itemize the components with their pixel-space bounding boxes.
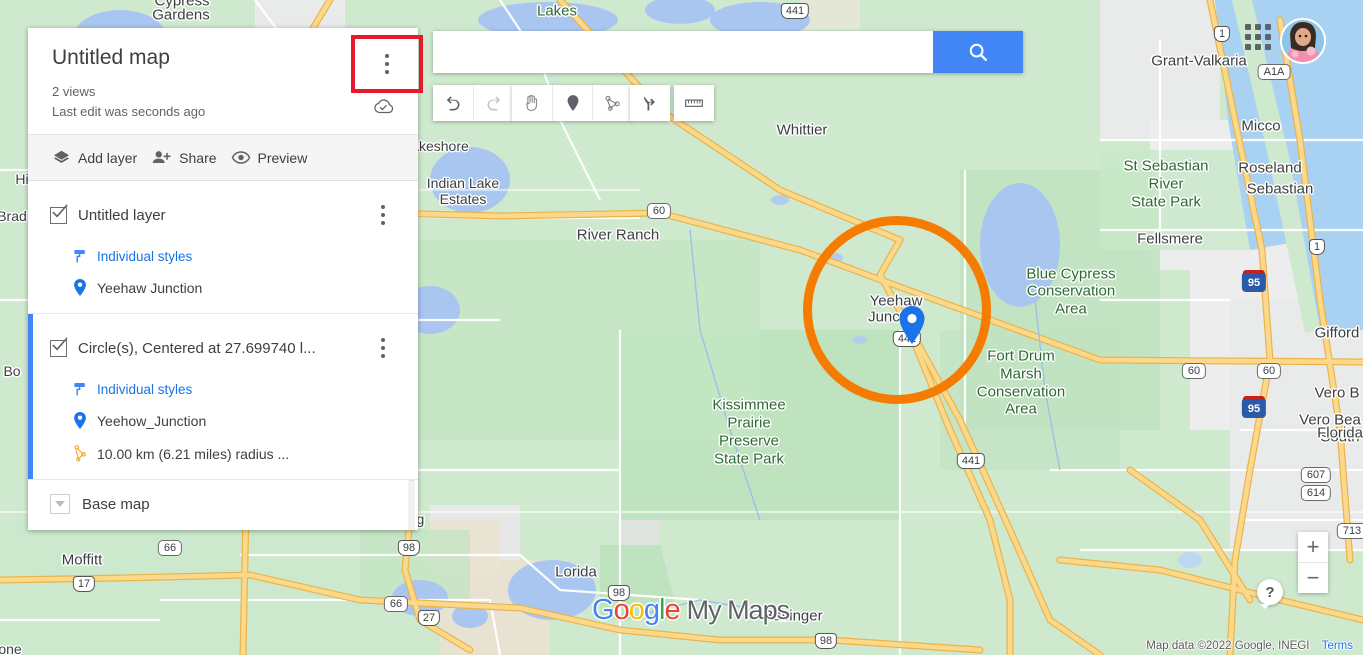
individual-styles-row[interactable]: Individual styles	[72, 248, 398, 264]
layer-feature[interactable]: Yeehaw Junction	[72, 278, 398, 297]
zoom-out-button[interactable]: −	[1298, 563, 1328, 593]
map-pin-icon	[74, 278, 86, 296]
layer-header: Untitled layer	[50, 195, 398, 235]
preview-button[interactable]: Preview	[227, 145, 318, 170]
individual-styles-label: Individual styles	[97, 248, 193, 264]
map-attribution: Map data ©2022 Google, INEGI Terms	[1146, 640, 1353, 652]
individual-styles-label: Individual styles	[97, 381, 193, 397]
person-add-icon	[152, 151, 171, 164]
base-map-section[interactable]: Base map	[28, 480, 418, 530]
measure-button[interactable]	[674, 85, 714, 121]
layer-feature-label: Yeehow_Junction	[97, 412, 207, 429]
panel-action-bar: Add layer Share Preview	[28, 134, 418, 181]
pan-button[interactable]	[512, 85, 552, 121]
logo-letter-g1: G	[592, 594, 615, 626]
checkmark-icon	[52, 203, 68, 217]
logo-letter-o2: o	[628, 594, 645, 626]
layer-feature-label: Yeehaw Junction	[97, 279, 203, 296]
paint-roller-icon	[74, 383, 85, 396]
toolbar-group-draw[interactable]	[512, 85, 632, 121]
logo-letter-g2: g	[643, 594, 660, 626]
toolbar-group-directions[interactable]	[630, 85, 670, 121]
layers-icon	[53, 150, 70, 163]
layer-options-button[interactable]	[368, 328, 398, 368]
eye-icon	[231, 151, 250, 164]
directions-button[interactable]	[630, 85, 670, 121]
logo-my-maps-text: My Maps	[686, 595, 791, 625]
map-options-button[interactable]	[372, 44, 402, 84]
logo-letter-e: e	[664, 594, 680, 626]
layer-options-button[interactable]	[368, 195, 398, 235]
zoom-controls[interactable]: + −	[1298, 532, 1328, 593]
hand-icon	[526, 94, 538, 112]
undo-icon	[446, 96, 460, 111]
apps-grid-icon[interactable]	[1245, 24, 1271, 50]
layer-visibility-checkbox[interactable]	[50, 336, 68, 357]
layer-visibility-checkbox[interactable]	[50, 203, 68, 224]
search-icon	[969, 43, 987, 61]
share-button[interactable]: Share	[147, 145, 226, 170]
layer-feature[interactable]: Yeehow_Junction	[72, 411, 398, 430]
attribution-text: Map data ©2022 Google, INEGI	[1146, 640, 1310, 652]
individual-styles-row[interactable]: Individual styles	[72, 381, 398, 397]
redo-icon	[487, 96, 500, 111]
polyline-icon	[74, 445, 86, 462]
layer-feature[interactable]: 10.00 km (6.21 miles) radius ...	[72, 444, 398, 463]
last-edit-text: Last edit was seconds ago	[52, 104, 206, 119]
draw-line-button[interactable]	[592, 85, 632, 121]
layer-name[interactable]: Untitled layer	[78, 207, 357, 224]
layers-list: Untitled layer Individual styles Yeehaw …	[28, 181, 418, 530]
chevron-down-icon[interactable]	[50, 494, 70, 514]
polyline-icon	[604, 95, 620, 111]
toolbar-group-history[interactable]	[433, 85, 513, 121]
add-layer-label: Add layer	[78, 149, 138, 166]
map-options-highlight	[351, 35, 423, 93]
share-label: Share	[179, 149, 217, 166]
map-editor-panel: Untitled map 2 views Last edit was secon…	[28, 28, 423, 530]
logo-letter-o1: o	[613, 594, 630, 626]
page-title[interactable]: Untitled map	[52, 46, 396, 70]
add-layer-button[interactable]: Add layer	[48, 145, 147, 170]
views-count: 2 views	[52, 84, 96, 99]
checkmark-icon	[52, 336, 68, 350]
layer-feature-label: 10.00 km (6.21 miles) radius ...	[97, 445, 290, 462]
toolbar-group-measure[interactable]	[674, 85, 714, 121]
my-maps-app: Cypress Gardens Lakes Hi Brad Bo akeshore India…	[0, 0, 1363, 655]
redo-button[interactable]	[473, 85, 513, 121]
google-my-maps-logo: G o o g l e My Maps	[592, 594, 791, 627]
map-pin-icon	[74, 411, 86, 429]
avatar[interactable]	[1280, 18, 1326, 64]
layer-header: Circle(s), Centered at 27.699740 l...	[50, 328, 398, 368]
undo-button[interactable]	[433, 85, 473, 121]
paint-roller-icon	[74, 250, 85, 263]
preview-label: Preview	[257, 149, 308, 166]
cloud-saved-icon	[372, 98, 394, 120]
add-marker-button[interactable]	[552, 85, 592, 121]
layer-item[interactable]: Untitled layer Individual styles Yeehaw …	[28, 181, 418, 314]
help-button[interactable]: ?	[1257, 579, 1283, 609]
terms-link[interactable]: Terms	[1322, 640, 1353, 652]
search-bar[interactable]	[433, 31, 1023, 73]
directions-icon	[644, 96, 655, 111]
search-button[interactable]	[933, 31, 1023, 73]
marker-icon	[567, 95, 578, 111]
base-map-label: Base map	[82, 495, 150, 513]
panel-header: Untitled map 2 views Last edit was secon…	[28, 28, 423, 134]
ruler-icon	[685, 99, 703, 107]
layer-item[interactable]: Circle(s), Centered at 27.699740 l... In…	[28, 314, 418, 480]
layer-name[interactable]: Circle(s), Centered at 27.699740 l...	[78, 340, 357, 357]
search-input[interactable]	[433, 31, 933, 73]
zoom-in-button[interactable]: +	[1298, 532, 1328, 563]
